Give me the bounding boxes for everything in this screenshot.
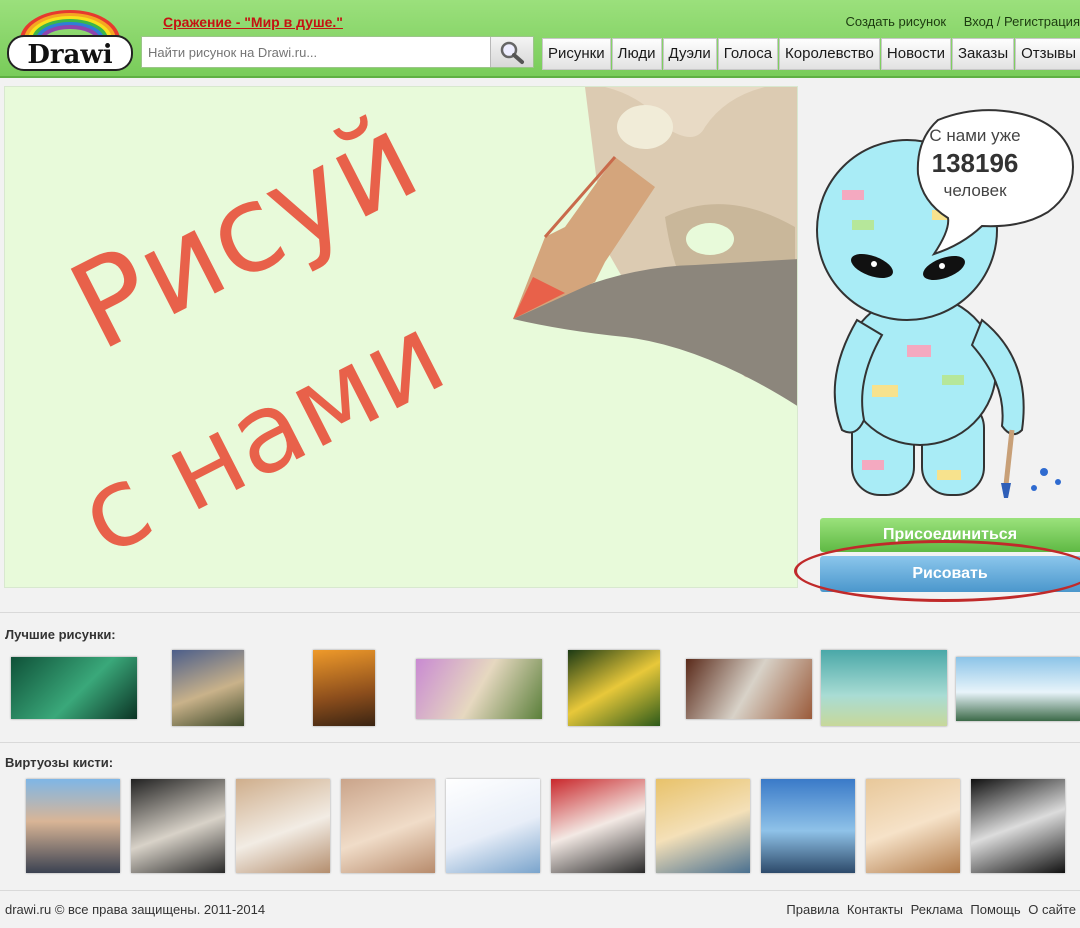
best-drawing-thumb[interactable] [172,650,244,726]
section-divider [0,612,1080,613]
nav-drawings[interactable]: Рисунки [542,38,611,70]
nav-duels[interactable]: Дуэли [662,38,717,70]
footer-link-about[interactable]: О сайте [1028,902,1076,917]
virtuoso-avatar[interactable] [341,779,435,873]
search-icon [500,41,524,64]
virtuoso-avatar[interactable] [971,779,1065,873]
footer-link-help[interactable]: Помощь [970,902,1020,917]
copyright: drawi.ru © все права защищены. 2011-2014 [5,902,266,917]
nav-reviews[interactable]: Отзывы [1015,38,1080,70]
best-drawings-title: Лучшие рисунки: [5,627,116,642]
member-counter: С нами уже 138196 человек [900,126,1050,201]
search-input[interactable] [142,37,492,67]
header: Drawi Сражение - "Мир в душе." Создать р… [0,0,1080,78]
section-divider [0,742,1080,743]
nav-orders[interactable]: Заказы [951,38,1015,70]
battle-link[interactable]: Сражение - "Мир в душе." [163,14,343,30]
virtuoso-avatar[interactable] [656,779,750,873]
logo-text: Drawi [27,40,112,70]
footer-links: Правила Контакты Реклама Помощь О сайте [782,902,1076,917]
virtuoso-avatar[interactable] [446,779,540,873]
member-count: 138196 [931,148,1019,178]
virtuoso-avatar[interactable] [131,779,225,873]
nav-news[interactable]: Новости [880,38,951,70]
best-drawing-thumb[interactable] [11,657,137,719]
search-button[interactable] [490,37,533,67]
nav-votes[interactable]: Голоса [717,38,779,70]
best-drawing-thumb[interactable] [686,659,812,719]
virtuosos-title: Виртуозы кисти: [5,755,114,770]
bubble-line3: человек [943,181,1007,200]
nav-people[interactable]: Люди [611,38,662,70]
search-box [141,36,534,68]
best-drawing-thumb[interactable] [416,659,542,719]
bubble-line1: С нами уже [929,126,1021,145]
virtuoso-avatar[interactable] [26,779,120,873]
best-drawing-thumb[interactable] [821,650,947,726]
nav-kingdom[interactable]: Королевство [779,38,880,70]
login-register-link[interactable]: Вход / Регистрация [964,14,1080,29]
main-nav: Рисунки Люди Дуэли Голоса Королевство Но… [542,38,1080,70]
drawi-logo[interactable]: Drawi [4,6,136,72]
virtuoso-avatar[interactable] [761,779,855,873]
virtuoso-avatar[interactable] [236,779,330,873]
highlight-ellipse [794,540,1080,602]
create-drawing-link[interactable]: Создать рисунок [846,14,947,29]
virtuoso-avatar[interactable] [866,779,960,873]
hero-illustration: Рисуй с нами [50,87,797,580]
top-links: Создать рисунок Вход / Регистрация [832,14,1080,29]
footer-link-ads[interactable]: Реклама [911,902,963,917]
footer-divider [0,890,1080,891]
hero-banner[interactable]: Рисуй с нами [4,86,798,588]
best-drawing-thumb[interactable] [956,657,1080,721]
footer-link-contacts[interactable]: Контакты [847,902,903,917]
best-drawing-thumb[interactable] [313,650,375,726]
best-drawing-thumb[interactable] [568,650,660,726]
footer-link-rules[interactable]: Правила [786,902,839,917]
virtuoso-avatar[interactable] [551,779,645,873]
